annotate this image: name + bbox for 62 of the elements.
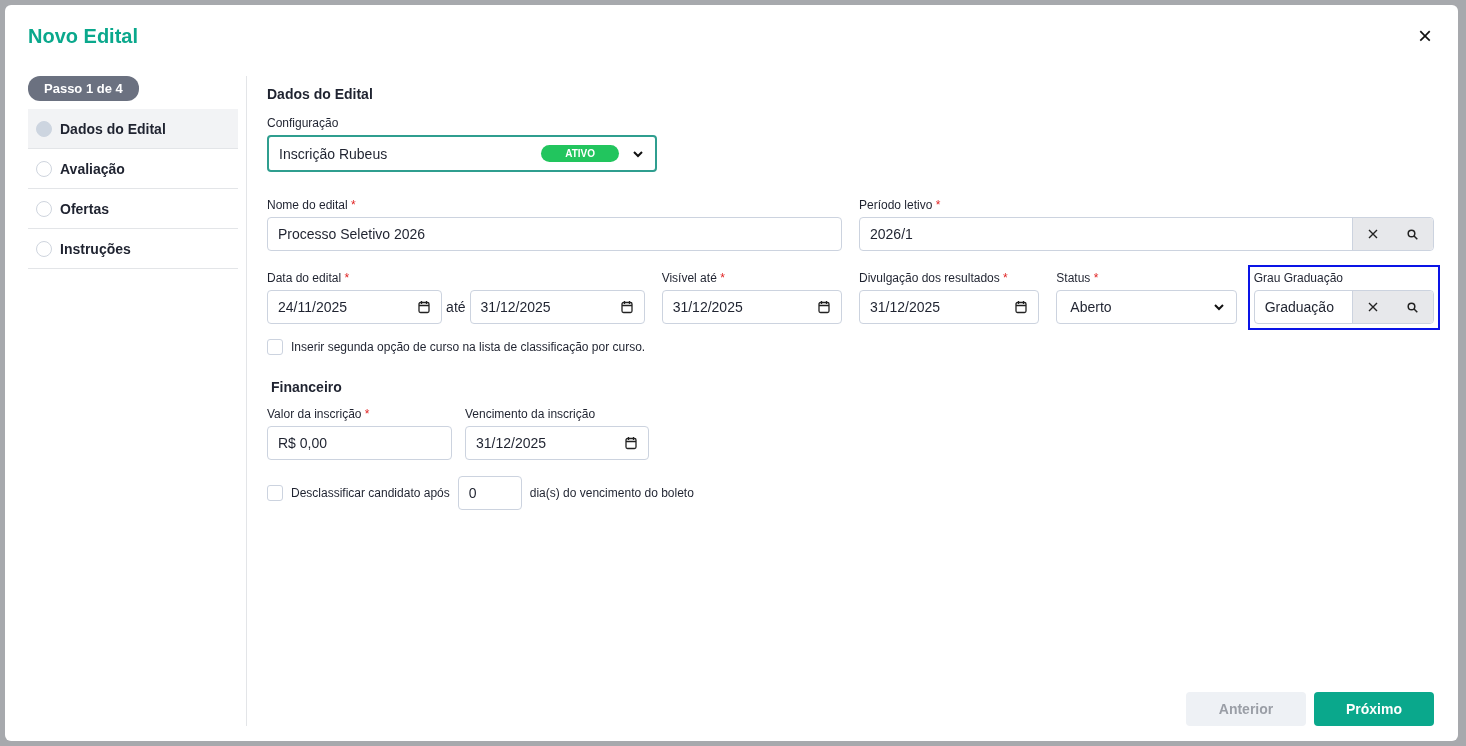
field-label: Valor da inscrição: [267, 407, 362, 421]
close-button[interactable]: ×: [1416, 26, 1434, 46]
checkbox-label: Desclassificar candidato após: [291, 486, 450, 500]
required-mark: *: [720, 271, 725, 285]
field-label: Período letivo: [859, 198, 933, 212]
step-item[interactable]: Ofertas: [28, 189, 238, 229]
step-indicator-icon: [36, 200, 52, 217]
step-label: Dados do Edital: [60, 120, 166, 137]
configuration-dropdown[interactable]: Inscrição Rubeus ATIVO: [267, 135, 657, 172]
date-field[interactable]: 31/12/2025: [859, 290, 1040, 324]
range-separator: até: [446, 299, 466, 315]
calendar-icon[interactable]: [624, 436, 638, 450]
step-label: Instruções: [60, 240, 131, 257]
step-item[interactable]: Dados do Edital: [28, 109, 238, 149]
required-mark: *: [1003, 271, 1008, 285]
lookup-field[interactable]: 2026/1: [859, 217, 1434, 251]
text-field[interactable]: Processo Seletivo 2026: [267, 217, 842, 251]
required-mark: *: [935, 198, 941, 212]
required-mark: *: [351, 198, 356, 212]
required-mark: *: [344, 271, 350, 285]
field-label: Grau Graduação: [1253, 271, 1344, 285]
section-title: Dados do Edital: [267, 86, 374, 102]
status-badge: ATIVO: [541, 145, 619, 162]
checkbox-label: Inserir segunda opção de curso na lista de classificação por curso.: [291, 340, 646, 354]
close-icon: [1368, 229, 1378, 239]
step-item[interactable]: Avaliação: [28, 149, 238, 189]
checkbox[interactable]: [267, 339, 283, 355]
date-field[interactable]: 24/11/2025: [267, 290, 443, 324]
step-indicator-icon: [36, 160, 52, 177]
field-label: Configuração: [267, 116, 340, 130]
search-icon: [1407, 228, 1419, 240]
field-label: Data do edital: [267, 271, 342, 285]
calendar-icon[interactable]: [619, 300, 634, 314]
field-label: Status: [1056, 271, 1091, 285]
step-label: Avaliação: [60, 160, 125, 177]
text-field[interactable]: R$ 0,00: [267, 426, 452, 460]
field-label: Vencimento da inscrição: [465, 407, 596, 421]
lookup-field[interactable]: Graduação: [1253, 290, 1434, 324]
close-icon: [1368, 302, 1378, 312]
calendar-icon[interactable]: [817, 300, 831, 314]
date-field[interactable]: 31/12/2025: [661, 290, 842, 324]
field-label: Divulgação dos resultados: [859, 271, 1000, 285]
step-item[interactable]: Instruções: [28, 229, 238, 269]
section-title: Financeiro: [271, 379, 343, 395]
days-field[interactable]: 0: [457, 476, 522, 510]
status-dropdown[interactable]: Aberto: [1056, 290, 1237, 324]
step-indicator-icon: [36, 120, 52, 137]
date-field[interactable]: 31/12/2025: [469, 290, 645, 324]
field-label: Visível até: [661, 271, 717, 285]
step-label: Ofertas: [60, 200, 110, 217]
checkbox[interactable]: [267, 485, 283, 501]
calendar-icon[interactable]: [417, 300, 432, 314]
required-mark: *: [1093, 271, 1099, 285]
dialog-title: Novo Edital: [28, 24, 138, 48]
days-label: dia(s) do vencimento do boleto: [529, 486, 694, 500]
search-icon: [1407, 301, 1419, 313]
required-mark: *: [364, 407, 370, 421]
date-field[interactable]: 31/12/2025: [465, 426, 649, 460]
field-label: Nome do edital: [267, 198, 348, 212]
step-indicator-icon: [36, 240, 52, 257]
step-counter: Passo 1 de 4: [28, 76, 139, 101]
calendar-icon[interactable]: [1014, 300, 1029, 314]
